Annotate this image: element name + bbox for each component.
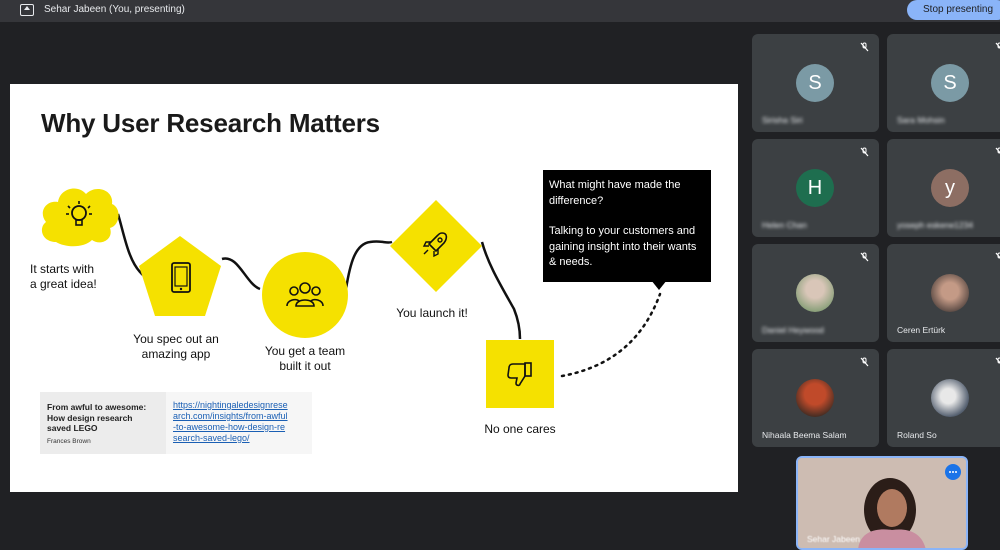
- reference-title: From awful to awesome: How design resear…: [47, 402, 147, 433]
- participant-name: Sara Mohsin: [897, 115, 945, 125]
- more-options-button[interactable]: [945, 464, 961, 480]
- participant-tile[interactable]: Nihaala Beema Salam: [752, 349, 879, 447]
- mic-off-icon: [860, 42, 869, 52]
- mic-off-icon: [860, 252, 869, 262]
- step-no-one-cares-label: No one cares: [484, 422, 556, 436]
- reference-link[interactable]: https://nightingaledesignrese arch.com/i…: [173, 400, 309, 444]
- shared-slide: Why User Research Matters It starts with…: [10, 84, 738, 492]
- callout-answer: Talking to your customers and gaining in…: [549, 225, 697, 268]
- participant-tile[interactable]: y yoseph eskene1234: [887, 139, 1000, 237]
- mic-off-icon: [995, 42, 1000, 49]
- reference-box: From awful to awesome: How design resear…: [40, 392, 312, 454]
- present-screen-icon: [20, 4, 34, 16]
- participant-tile[interactable]: Daniel Heywood: [752, 244, 879, 342]
- participant-name: yoseph eskene1234: [897, 220, 974, 230]
- callout-tail: [651, 280, 667, 290]
- self-view-tile[interactable]: Sehar Jabeen: [796, 456, 968, 550]
- participant-name: Nihaala Beema Salam: [762, 430, 847, 440]
- step-launch-label: You launch it!: [396, 306, 468, 320]
- avatar: [931, 379, 969, 417]
- avatar: H: [796, 169, 834, 207]
- presenting-bar: Sehar Jabeen (You, presenting) Stop pres…: [0, 0, 1000, 22]
- reference-author: Frances Brown: [47, 438, 91, 445]
- self-name: Sehar Jabeen: [807, 534, 860, 544]
- presenter-label: Sehar Jabeen (You, presenting): [44, 4, 185, 15]
- mic-off-icon: [995, 147, 1000, 154]
- step-team-label: You get a team built it out: [264, 344, 346, 373]
- tablet-icon: [171, 262, 191, 293]
- callout-question: What might have made the difference?: [549, 179, 681, 207]
- avatar: [796, 379, 834, 417]
- avatar: S: [931, 64, 969, 102]
- mic-off-icon: [860, 147, 869, 157]
- participant-name: Sirisha Siri: [762, 115, 803, 125]
- step-spec-label: You spec out an amazing app: [133, 332, 219, 361]
- rocket-icon: [422, 232, 448, 258]
- mic-off-icon: [860, 357, 869, 367]
- participant-tile[interactable]: Roland So: [887, 349, 1000, 447]
- lightbulb-icon: [66, 201, 92, 226]
- participant-name: Roland So: [897, 430, 937, 440]
- participant-name: Helen Chan: [762, 220, 807, 230]
- mic-off-icon: [995, 252, 1000, 259]
- participant-tile[interactable]: S Sirisha Siri: [752, 34, 879, 132]
- step-idea-label: It starts with a great idea!: [30, 262, 97, 291]
- participant-tile[interactable]: S Sara Mohsin: [887, 34, 1000, 132]
- avatar: [931, 274, 969, 312]
- insight-callout: What might have made the difference? Tal…: [543, 170, 711, 282]
- participant-name: Daniel Heywood: [762, 325, 824, 335]
- participant-tile[interactable]: H Helen Chan: [752, 139, 879, 237]
- team-icon: [286, 282, 324, 307]
- thumbs-down-icon: [507, 362, 532, 387]
- avatar: [796, 274, 834, 312]
- avatar: y: [931, 169, 969, 207]
- avatar: S: [796, 64, 834, 102]
- participant-tile[interactable]: Ceren Ertürk: [887, 244, 1000, 342]
- mic-off-icon: [995, 357, 1000, 364]
- stop-presenting-button[interactable]: Stop presenting: [907, 0, 1000, 20]
- participant-name: Ceren Ertürk: [897, 325, 946, 335]
